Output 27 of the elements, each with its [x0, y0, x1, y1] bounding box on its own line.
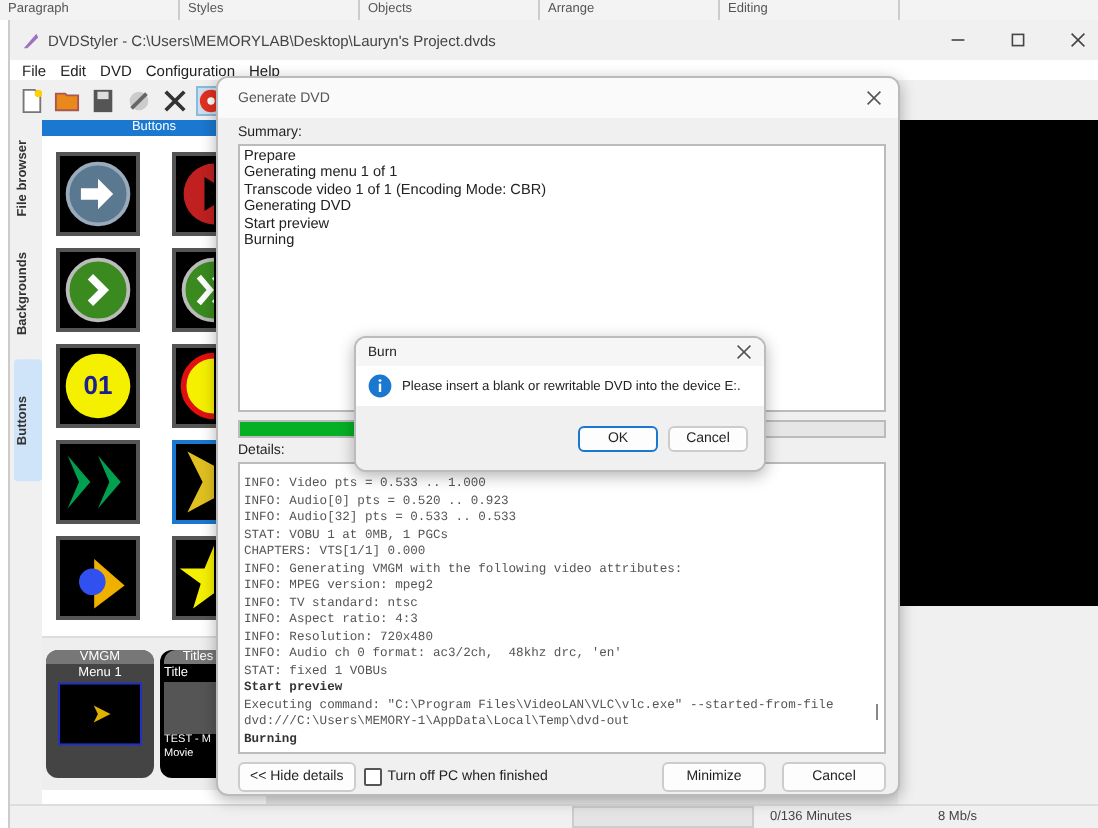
button-style-tile[interactable]: [172, 344, 216, 428]
scrollbar-thumb[interactable]: [876, 704, 878, 720]
arrow-circle-icon: [60, 156, 136, 232]
new-file-icon[interactable]: [18, 87, 44, 113]
close-icon[interactable]: [866, 90, 882, 106]
button-style-tile[interactable]: [56, 152, 140, 236]
photo-placeholder: [164, 682, 216, 734]
close-icon[interactable]: [1070, 32, 1086, 48]
button-style-tile[interactable]: [172, 440, 216, 524]
close-icon[interactable]: [736, 344, 752, 360]
checkbox[interactable]: [363, 768, 382, 786]
info-icon: [368, 374, 392, 398]
chevron-circle-icon: [60, 252, 136, 328]
tools-icon[interactable]: [162, 87, 188, 113]
button-style-tile[interactable]: [56, 440, 140, 524]
number-circle-icon: [60, 348, 136, 424]
button-style-tile[interactable]: [56, 248, 140, 332]
button-style-tile[interactable]: [172, 152, 216, 236]
app-icon: [22, 31, 40, 49]
menu-preview-drawing: [58, 682, 142, 746]
save-icon[interactable]: [90, 87, 116, 113]
button-style-tile[interactable]: [172, 248, 216, 332]
button-style-tile[interactable]: 01: [56, 344, 140, 428]
folder-icon[interactable]: [54, 87, 80, 113]
maximize-icon[interactable]: [1010, 32, 1026, 48]
button-style-tile[interactable]: [172, 536, 216, 620]
button-style-tile[interactable]: [56, 536, 140, 620]
